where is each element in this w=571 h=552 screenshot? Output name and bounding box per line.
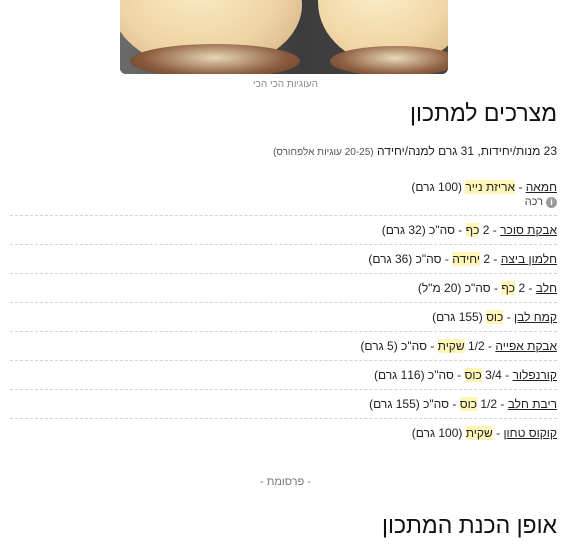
- photo-caption: העוגיות הכי הכי: [252, 79, 318, 90]
- ingredient-link[interactable]: חמאה: [526, 180, 557, 194]
- servings-note: (20-25 עוגיות אלפחורס): [273, 147, 374, 158]
- method-title: אופן הכנת המתכון: [382, 512, 557, 538]
- ingredient-unit: כף: [501, 281, 516, 295]
- advertisement-label: - פרסומת -: [260, 476, 311, 488]
- ingredient-item: חמאה - אריזת נייר (100 גרם) iרכה: [10, 178, 557, 216]
- ingredient-item: קמח לבן - כוס (155 גרם): [10, 303, 557, 332]
- ingredient-item: אבקת סוכר - 2 כף - סה"כ (32 גרם): [10, 216, 557, 245]
- ingredient-item: ריבת חלב - 1/2 כוס - סה"כ (155 גרם): [10, 390, 557, 419]
- ingredients-list: חמאה - אריזת נייר (100 גרם) iרכה אבקת סו…: [10, 178, 557, 448]
- servings-text: 23 מנות/יחידות, 31 גרם למנה/יחידה: [376, 144, 557, 158]
- ingredient-link[interactable]: אבקת אפייה: [495, 339, 557, 353]
- ingredient-link[interactable]: חלב: [536, 281, 557, 295]
- ingredient-unit: אריזת נייר: [465, 180, 516, 194]
- ingredient-unit: שקית: [437, 339, 465, 353]
- ingredient-link[interactable]: ריבת חלב: [508, 397, 557, 411]
- ingredient-unit: כוס: [464, 368, 482, 382]
- servings-info: 23 מנות/יחידות, 31 גרם למנה/יחידה (20-25…: [273, 144, 557, 158]
- ingredient-link[interactable]: אבקת סוכר: [500, 223, 557, 237]
- ingredient-link[interactable]: קוקוס טחון: [503, 426, 557, 440]
- ingredient-item: אבקת אפייה - 1/2 שקית - סה"כ (5 גרם): [10, 332, 557, 361]
- ingredients-title: מצרכים למתכון: [410, 100, 557, 126]
- ingredient-unit: כוס: [486, 310, 504, 324]
- ingredient-link[interactable]: חלמון ביצה: [501, 252, 557, 266]
- ingredient-item: חלמון ביצה - 2 יחידה - סה"כ (36 גרם): [10, 245, 557, 274]
- ingredient-item: קורנפלור - 3/4 כוס - סה"כ (116 גרם): [10, 361, 557, 390]
- ingredient-note: iרכה: [10, 196, 557, 208]
- ingredient-unit: כף: [465, 223, 480, 237]
- ingredient-unit: שקית: [465, 426, 493, 440]
- recipe-photo: [120, 0, 448, 74]
- info-icon[interactable]: i: [546, 196, 557, 208]
- ingredient-item: קוקוס טחון - שקית (100 גרם): [411, 426, 557, 440]
- ingredient-item: חלב - 2 כף - סה"כ (20 מ"ל): [10, 274, 557, 303]
- ingredient-link[interactable]: קורנפלור: [513, 368, 557, 382]
- ingredient-unit: כוס: [459, 397, 477, 411]
- ingredient-unit: יחידה: [452, 252, 481, 266]
- ingredient-link[interactable]: קמח לבן: [514, 310, 557, 324]
